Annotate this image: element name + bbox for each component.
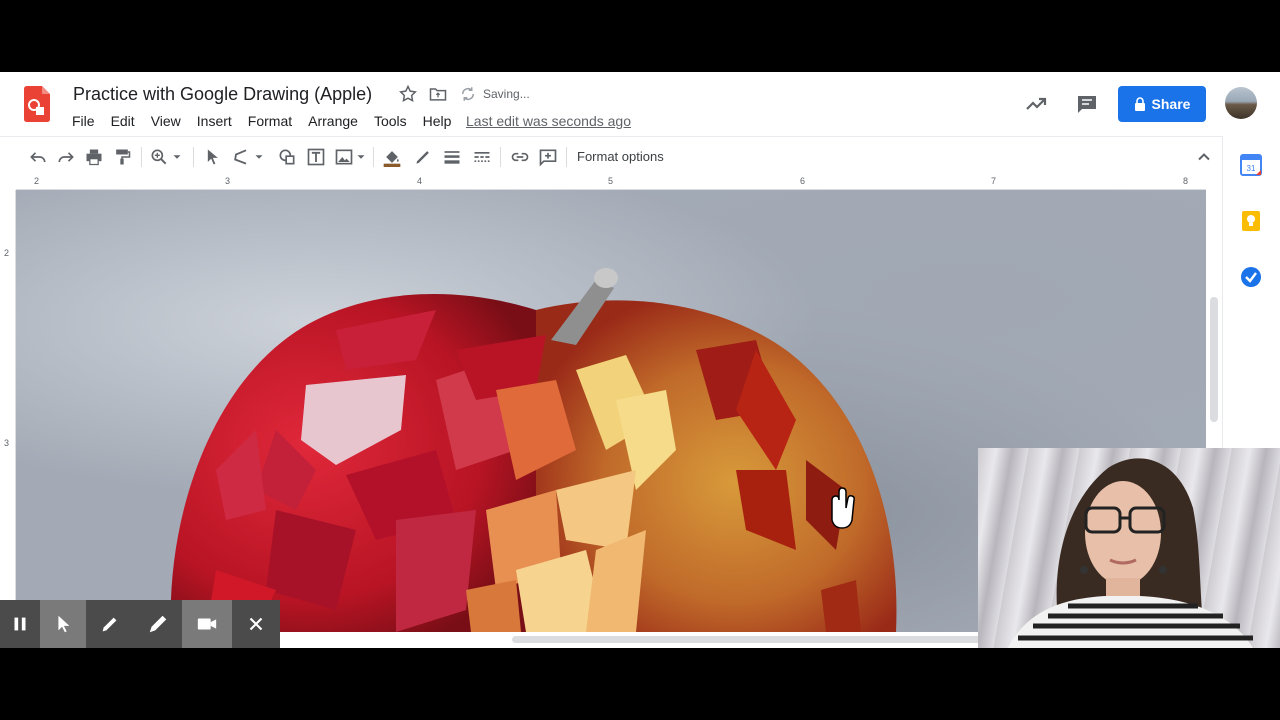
border-color-icon[interactable] (412, 146, 434, 168)
move-to-folder-icon[interactable] (428, 84, 448, 104)
comment-history-icon[interactable] (1075, 92, 1099, 116)
undo-icon[interactable] (27, 146, 49, 168)
image-icon[interactable] (333, 146, 355, 168)
highlighter-button[interactable] (134, 600, 182, 648)
document-title[interactable]: Practice with Google Drawing (Apple) (73, 84, 372, 105)
chevron-up-icon[interactable] (1194, 147, 1214, 167)
calendar-day: 31 (1247, 164, 1256, 173)
format-options-button[interactable]: Format options (577, 149, 664, 164)
tasks-icon[interactable] (1240, 266, 1262, 288)
pause-button[interactable] (0, 600, 40, 648)
add-comment-icon[interactable] (537, 146, 559, 168)
webcam-overlay (978, 448, 1280, 648)
toolbar: Format options (0, 136, 1222, 176)
ruler-label: 2 (4, 248, 10, 258)
menu-tools[interactable]: Tools (366, 112, 415, 134)
pause-icon (14, 617, 26, 631)
vertical-scrollbar[interactable] (1210, 297, 1218, 422)
toolbar-separator (500, 147, 501, 167)
ruler-label: 2 (34, 176, 40, 186)
border-weight-icon[interactable] (441, 146, 463, 168)
horizontal-ruler: 2 3 4 5 6 7 8 (16, 176, 1206, 190)
star-icon[interactable] (398, 84, 418, 104)
pointer-button[interactable] (40, 600, 86, 648)
last-edit-link[interactable]: Last edit was seconds ago (466, 113, 631, 129)
ruler-label: 8 (1183, 176, 1189, 186)
ruler-label: 5 (608, 176, 614, 186)
ruler-label: 3 (225, 176, 231, 186)
zoom-icon[interactable] (148, 146, 170, 168)
presenter-video (1008, 458, 1253, 648)
text-box-icon[interactable] (305, 146, 327, 168)
google-drawings-window: Practice with Google Drawing (Apple) Sav… (0, 72, 1280, 648)
toolbar-separator (141, 147, 142, 167)
menu-bar: File Edit View Insert Format Arrange Too… (64, 112, 459, 134)
menu-arrange[interactable]: Arrange (300, 112, 366, 134)
toolbar-separator (566, 147, 567, 167)
share-label: Share (1151, 96, 1191, 112)
line-icon[interactable] (230, 146, 252, 168)
border-dash-icon[interactable] (471, 146, 493, 168)
keep-icon[interactable] (1240, 210, 1262, 232)
account-avatar[interactable] (1225, 87, 1257, 119)
zoom-dropdown-icon[interactable] (170, 146, 184, 168)
pointer-icon (58, 615, 70, 633)
menu-format[interactable]: Format (240, 112, 300, 134)
pen-button[interactable] (86, 600, 134, 648)
print-icon[interactable] (83, 146, 105, 168)
paint-format-icon[interactable] (111, 146, 133, 168)
ruler-label: 7 (991, 176, 997, 186)
menu-edit[interactable]: Edit (103, 112, 143, 134)
activity-dashboard-icon[interactable] (1024, 92, 1048, 116)
google-drawings-logo[interactable] (24, 86, 50, 122)
fill-color-icon[interactable] (381, 146, 403, 168)
menu-view[interactable]: View (143, 112, 189, 134)
lock-icon (1134, 97, 1145, 111)
close-icon (249, 617, 263, 631)
camera-icon (197, 618, 217, 630)
pen-icon (102, 617, 117, 632)
shape-icon[interactable] (276, 146, 298, 168)
saving-status: Saving... (483, 87, 530, 101)
horizontal-scrollbar[interactable] (512, 636, 982, 643)
sync-icon (461, 87, 475, 101)
menu-insert[interactable]: Insert (189, 112, 240, 134)
ruler-label: 6 (800, 176, 806, 186)
select-icon[interactable] (201, 146, 223, 168)
ruler-label: 4 (417, 176, 423, 186)
app-header: Practice with Google Drawing (Apple) Sav… (0, 72, 1280, 136)
redo-icon[interactable] (55, 146, 77, 168)
line-dropdown-icon[interactable] (252, 146, 266, 168)
link-icon[interactable] (509, 146, 531, 168)
camera-button[interactable] (182, 600, 232, 648)
menu-help[interactable]: Help (415, 112, 460, 134)
share-button[interactable]: Share (1118, 86, 1206, 122)
highlighter-icon (149, 615, 167, 633)
toolbar-separator (373, 147, 374, 167)
menu-file[interactable]: File (64, 112, 103, 134)
image-dropdown-icon[interactable] (354, 146, 368, 168)
toolbar-separator (193, 147, 194, 167)
calendar-icon[interactable]: 31 (1240, 154, 1262, 176)
vertical-ruler: 2 3 (0, 190, 16, 648)
recording-controls (0, 600, 280, 648)
ruler-label: 3 (4, 438, 10, 448)
close-recording-button[interactable] (232, 600, 280, 648)
